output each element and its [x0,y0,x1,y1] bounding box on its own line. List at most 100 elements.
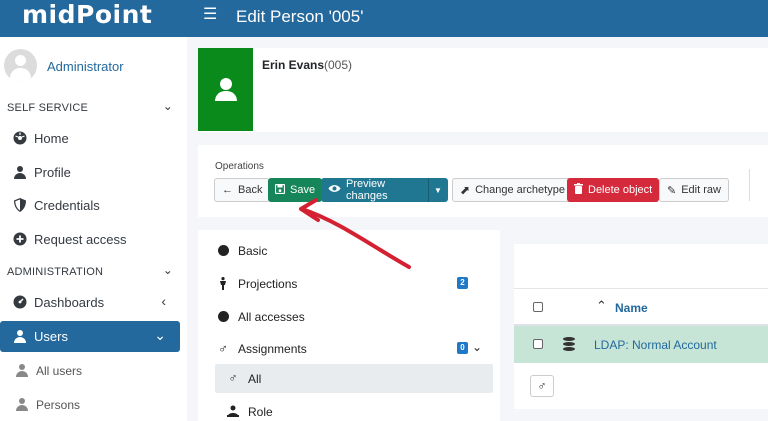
database-icon [563,337,575,351]
menu-item-label: Projections [238,277,298,291]
dashboard-icon [12,294,28,310]
sidebar-item-label: Request access [34,232,127,247]
home-icon [12,130,28,146]
sidebar-item-credentials[interactable]: Credentials [0,190,180,221]
user-icon [12,164,28,180]
menu-item-projections[interactable]: Projections 2 [215,269,493,298]
sidebar-item-label: Dashboards [34,295,105,310]
avatar [4,49,37,82]
person-standing-icon [217,276,229,290]
eye-icon [328,184,341,196]
caret-down-icon: ▼ [434,185,442,195]
preview-changes-button[interactable]: Preview changes [321,178,428,202]
edit-icon: ✎ [667,184,677,197]
count-badge: 2 [457,277,468,289]
section-label: ADMINISTRATION [7,266,104,278]
role-icon [227,405,239,417]
save-icon [274,183,286,197]
plus-circle-icon [12,231,28,247]
operations-divider [749,169,750,201]
edit-raw-label: Edit raw [681,184,721,196]
save-button[interactable]: Save [268,178,323,202]
midpoint-logo[interactable]: midPoint [22,0,152,30]
sidebar-item-label: Home [34,131,69,146]
row-checkbox[interactable] [533,339,543,349]
table-toolbar [514,244,768,289]
user-panel: Administrator [0,37,187,95]
count-badge: 0 [457,342,468,354]
chevron-down-icon: ⌄ [162,263,173,277]
change-archetype-icon: ⬈ [460,183,471,197]
sidebar-item-profile[interactable]: Profile [0,157,180,188]
edit-raw-button[interactable]: ✎ Edit raw [659,178,729,202]
chevron-down-icon: ⌄ [162,99,173,113]
archetype-icon-box [198,48,253,131]
menu-item-assignments-all[interactable]: ♂ All [215,364,493,393]
change-archetype-button[interactable]: ⬈ Change archetype [452,178,573,202]
chevron-down-icon: ⌄ [472,340,483,354]
person-icon [215,78,237,102]
sidebar: Administrator SELF SERVICE ⌄ Home Profil… [0,37,187,421]
section-header-self-service[interactable]: SELF SERVICE ⌄ [7,99,179,120]
assignment-icon: ♂ [218,340,228,356]
sidebar-item-label: Persons [36,398,81,412]
select-all-checkbox[interactable] [533,302,543,312]
projection-name-link[interactable]: LDAP: Normal Account [594,338,717,352]
circle-icon [217,310,229,322]
user-icon [14,396,30,412]
menu-item-basic[interactable]: Basic [215,236,493,265]
save-label: Save [290,184,316,196]
sidebar-item-label: All users [36,364,83,378]
column-header-name[interactable]: Name [615,301,648,315]
section-label: SELF SERVICE [7,102,89,114]
back-button[interactable]: ← Back [214,178,271,202]
delete-label: Delete object [588,184,653,196]
section-header-administration[interactable]: ADMINISTRATION ⌄ [7,263,179,284]
object-identifier: (005) [324,58,353,72]
hamburger-icon[interactable]: ☰ [203,6,217,24]
menu-item-label: Assignments [238,342,307,356]
menu-item-label: All accesses [238,310,305,324]
page-title: Edit Person '005' [236,7,364,26]
circle-icon [217,244,229,256]
details-navigation-menu: Basic Projections 2 All accesses ♂ Assig… [198,230,500,421]
sidebar-item-all-users[interactable]: All users [0,355,180,386]
trash-icon [574,183,583,197]
assignment-icon: ♂ [228,371,238,385]
menu-item-all-accesses[interactable]: All accesses [215,302,493,331]
sidebar-item-home[interactable]: Home [0,123,180,154]
user-icon [12,328,28,344]
sidebar-item-label: Credentials [34,198,100,213]
menu-item-label: Basic [238,244,268,258]
table-row[interactable]: LDAP: Normal Account [514,326,768,363]
new-assignment-button[interactable]: ♂ [530,375,554,397]
menu-item-label: Role [248,405,273,419]
menu-item-assignments[interactable]: ♂ Assignments 0 ⌄ [215,334,493,363]
sidebar-item-label: Users [34,329,68,344]
object-display-name: Erin Evans [262,58,325,72]
back-label: Back [238,184,263,196]
sidebar-item-persons[interactable]: Persons [0,389,180,420]
menu-item-role[interactable]: Role [215,397,493,421]
sidebar-user-name[interactable]: Administrator [47,59,124,74]
change-archetype-label: Change archetype [475,184,565,196]
preview-label: Preview changes [346,178,388,202]
delete-object-button[interactable]: Delete object [567,178,660,202]
table-header-row: ⌃ Name [514,289,768,326]
top-navbar: midPoint ☰ Edit Person '005' [0,0,768,37]
assignment-icon: ♂ [537,379,547,393]
sidebar-item-label: Profile [34,165,71,180]
menu-item-label: All [248,372,262,386]
chevron-left-icon: ‹ [161,293,166,309]
object-summary-panel: Erin Evans (005) [198,48,768,132]
preview-dropdown-toggle[interactable]: ▼ [428,178,448,202]
sort-ascending-icon[interactable]: ⌃ [596,298,607,314]
arrow-left-icon: ← [222,184,233,196]
sidebar-item-users[interactable]: Users ⌄ [0,321,180,352]
sidebar-item-request-access[interactable]: Request access [0,224,180,255]
sidebar-item-dashboards[interactable]: Dashboards ‹ [0,287,180,318]
shield-icon [12,197,28,213]
operations-title: Operations [215,161,264,172]
chevron-down-icon: ⌄ [154,327,166,343]
user-icon [14,362,30,378]
